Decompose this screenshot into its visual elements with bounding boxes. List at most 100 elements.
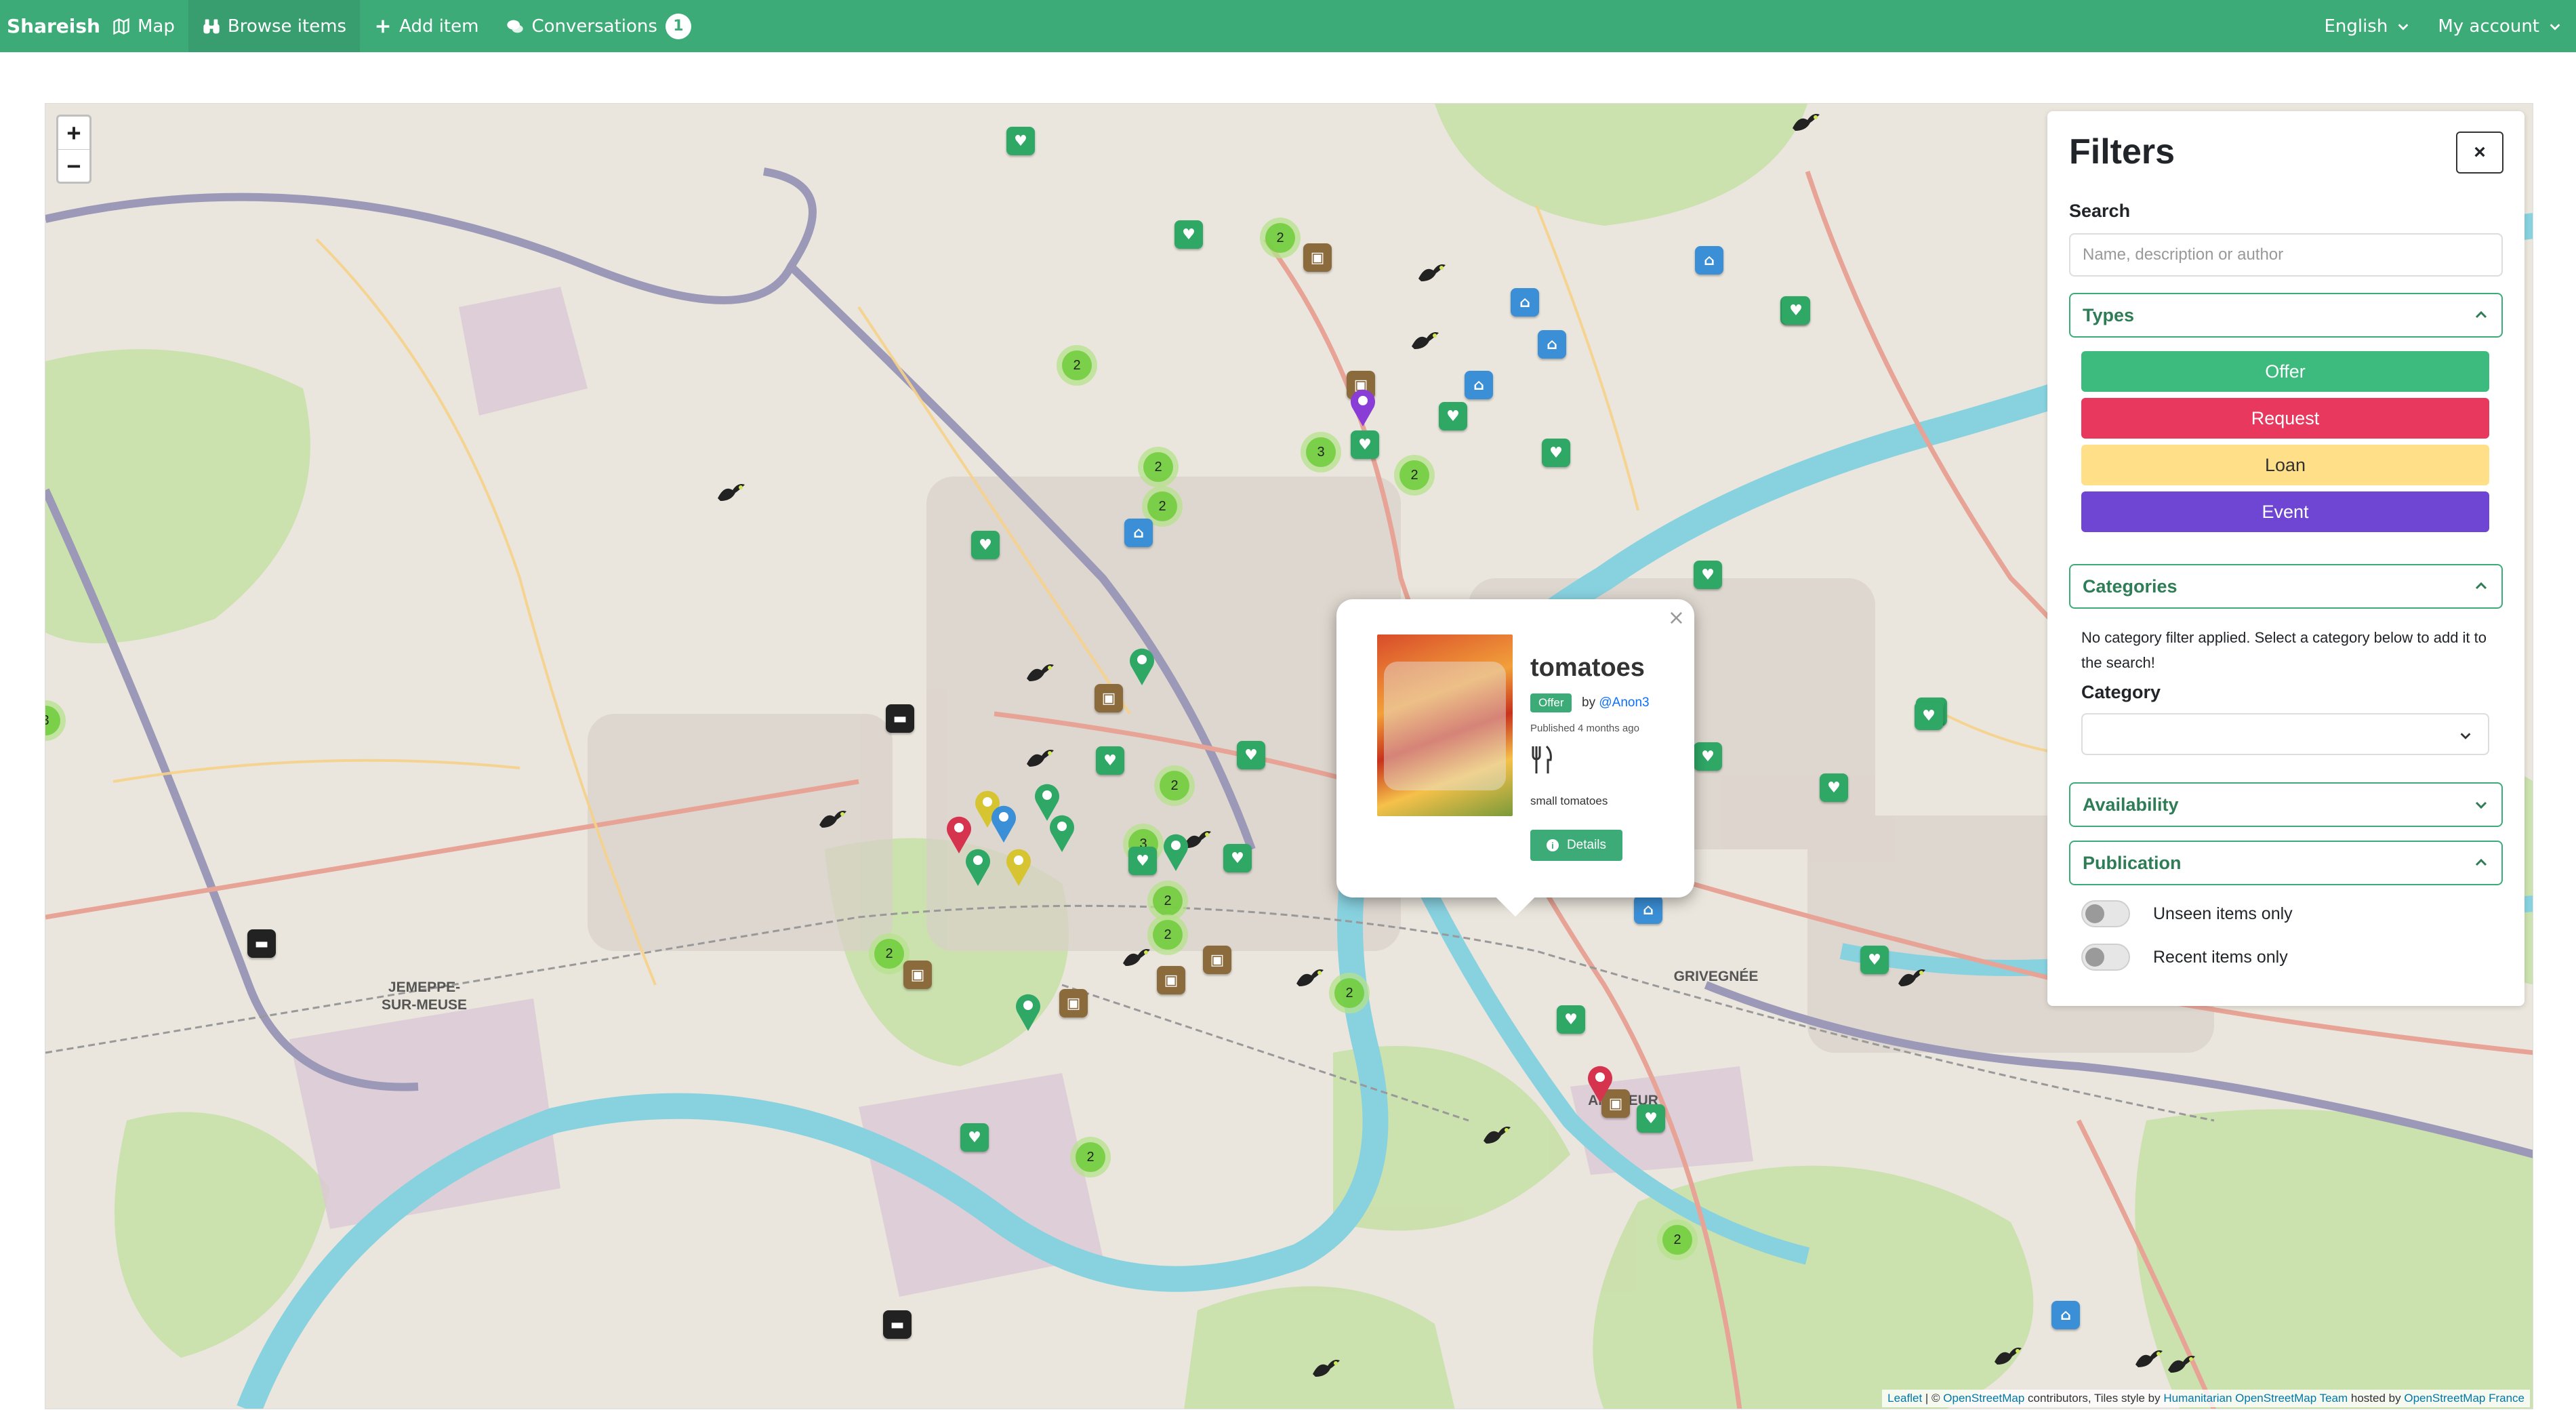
loan-pin-marker[interactable]	[1004, 847, 1034, 887]
bird-marker[interactable]	[1294, 963, 1326, 990]
type-request-button[interactable]: Request	[2081, 398, 2489, 439]
bird-marker[interactable]	[1416, 258, 1448, 285]
cutlery-icon	[1532, 745, 1552, 773]
offer-pin-marker[interactable]	[963, 847, 993, 887]
box-marker[interactable]: ▣	[1157, 966, 1185, 994]
marker-cluster[interactable]: 2	[1147, 914, 1188, 955]
heart-hand-marker[interactable]: ♥	[1694, 742, 1722, 771]
osmfr-link[interactable]: OpenStreetMap France	[2404, 1392, 2524, 1405]
marker-cluster[interactable]: 2	[1070, 1137, 1111, 1177]
offer-pin-marker[interactable]	[1013, 992, 1043, 1032]
language-dropdown[interactable]: English	[2310, 0, 2424, 52]
heart-hand-marker[interactable]: ♥	[1860, 946, 1889, 974]
bird-marker[interactable]	[1310, 1354, 1343, 1381]
zoom-in-button[interactable]: +	[58, 117, 89, 149]
nav-browse-items[interactable]: Browse items	[188, 0, 361, 52]
box-marker[interactable]: ▣	[903, 961, 932, 989]
water-tap-marker[interactable]: ⌂	[1511, 288, 1539, 317]
popup-close-button[interactable]: ×	[1668, 606, 1685, 630]
heart-hand-marker[interactable]: ♥	[1694, 561, 1722, 589]
event-pin-marker[interactable]	[1348, 387, 1378, 428]
account-dropdown[interactable]: My account	[2424, 0, 2576, 52]
trash-marker[interactable]: ▬	[247, 929, 276, 958]
recent-only-toggle[interactable]	[2081, 944, 2130, 971]
availability-accordion-header[interactable]: Availability	[2069, 782, 2503, 827]
heart-hand-marker[interactable]: ♥	[1542, 439, 1570, 467]
bird-marker[interactable]	[1992, 1342, 2024, 1369]
heart-hand-marker[interactable]: ♥	[1557, 1005, 1585, 1034]
heart-hand-marker[interactable]: ♥	[971, 531, 1000, 559]
types-accordion-header[interactable]: Types	[2069, 293, 2503, 338]
author-link[interactable]: @Anon3	[1599, 695, 1649, 710]
category-select[interactable]	[2081, 713, 2489, 755]
water-tap-marker[interactable]: ⌂	[1465, 371, 1493, 399]
details-button[interactable]: i Details	[1530, 830, 1622, 861]
heart-hand-marker[interactable]: ♥	[1637, 1104, 1665, 1133]
trash-marker[interactable]: ▬	[883, 1310, 912, 1339]
heart-hand-marker[interactable]: ♥	[1006, 127, 1035, 155]
osm-link[interactable]: OpenStreetMap	[1943, 1392, 2024, 1405]
offer-pin-marker[interactable]	[1047, 813, 1077, 853]
box-marker[interactable]: ▣	[1203, 946, 1231, 974]
heart-hand-marker[interactable]: ♥	[1096, 746, 1124, 775]
marker-cluster[interactable]: 3	[1301, 432, 1341, 472]
water-tap-marker[interactable]: ⌂	[1634, 895, 1662, 924]
nav-add-item[interactable]: Add item	[360, 0, 492, 52]
water-tap-marker[interactable]: ⌂	[2051, 1301, 2080, 1329]
bird-marker[interactable]	[1024, 658, 1057, 685]
marker-cluster[interactable]: 2	[1657, 1219, 1698, 1260]
marker-cluster[interactable]: 2	[1394, 455, 1435, 496]
offer-pin-marker[interactable]	[1127, 646, 1157, 687]
categories-accordion-header[interactable]: Categories	[2069, 564, 2503, 609]
close-filters-button[interactable]: ×	[2456, 132, 2503, 174]
box-marker[interactable]: ▣	[1059, 989, 1088, 1017]
leaflet-link[interactable]: Leaflet	[1887, 1392, 1922, 1405]
request-pin-marker[interactable]	[1585, 1064, 1615, 1104]
type-offer-button[interactable]: Offer	[2081, 351, 2489, 392]
marker-cluster[interactable]: 2	[1154, 765, 1195, 806]
marker-cluster[interactable]: 2	[1057, 345, 1097, 386]
heart-hand-marker[interactable]: ♥	[1915, 702, 1943, 730]
brand-logo[interactable]: Shareish	[0, 15, 100, 37]
heart-hand-marker[interactable]: ♥	[1128, 847, 1157, 875]
offer-pin-marker[interactable]	[1161, 832, 1191, 872]
marker-cluster[interactable]: 2	[1138, 447, 1179, 487]
heart-hand-marker[interactable]: ♥	[1439, 402, 1467, 430]
heart-hand-marker[interactable]: ♥	[1782, 296, 1810, 325]
marker-cluster[interactable]: 2	[1329, 973, 1370, 1013]
heart-hand-marker[interactable]: ♥	[1237, 741, 1265, 769]
heart-hand-marker[interactable]: ♥	[1174, 220, 1203, 249]
publication-accordion-header[interactable]: Publication	[2069, 841, 2503, 885]
bird-marker[interactable]	[817, 805, 849, 832]
bird-marker[interactable]	[1120, 943, 1153, 970]
bird-marker[interactable]	[2133, 1344, 2165, 1371]
blue-pin-marker[interactable]	[989, 803, 1019, 844]
box-marker[interactable]: ▣	[1303, 243, 1332, 272]
box-marker[interactable]: ▣	[1095, 684, 1123, 712]
water-tap-marker[interactable]: ⌂	[1695, 246, 1723, 275]
heart-hand-marker[interactable]: ♥	[960, 1123, 989, 1152]
zoom-out-button[interactable]: −	[58, 149, 89, 182]
type-loan-button[interactable]: Loan	[2081, 445, 2489, 485]
nav-map[interactable]: Map	[98, 0, 188, 52]
bird-marker[interactable]	[1790, 108, 1822, 135]
search-input[interactable]: Name, description or author	[2069, 233, 2503, 277]
water-tap-marker[interactable]: ⌂	[1124, 519, 1153, 547]
marker-cluster[interactable]: 2	[1260, 218, 1301, 258]
hot-link[interactable]: Humanitarian OpenStreetMap Team	[2163, 1392, 2348, 1405]
unseen-only-toggle[interactable]	[2081, 900, 2130, 927]
type-event-button[interactable]: Event	[2081, 491, 2489, 532]
bird-marker[interactable]	[1896, 963, 1928, 990]
bird-marker[interactable]	[1481, 1121, 1513, 1148]
trash-marker[interactable]: ▬	[886, 704, 914, 733]
heart-hand-marker[interactable]: ♥	[1223, 844, 1252, 872]
bird-marker[interactable]	[715, 478, 748, 505]
heart-hand-marker[interactable]: ♥	[1351, 430, 1379, 459]
item-photo[interactable]	[1377, 634, 1513, 816]
nav-conversations[interactable]: Conversations 1	[492, 0, 704, 52]
bird-marker[interactable]	[1024, 744, 1057, 771]
bird-marker[interactable]	[2165, 1350, 2198, 1377]
bird-marker[interactable]	[1409, 326, 1442, 353]
heart-hand-marker[interactable]: ♥	[1820, 773, 1848, 802]
water-tap-marker[interactable]: ⌂	[1538, 330, 1566, 359]
